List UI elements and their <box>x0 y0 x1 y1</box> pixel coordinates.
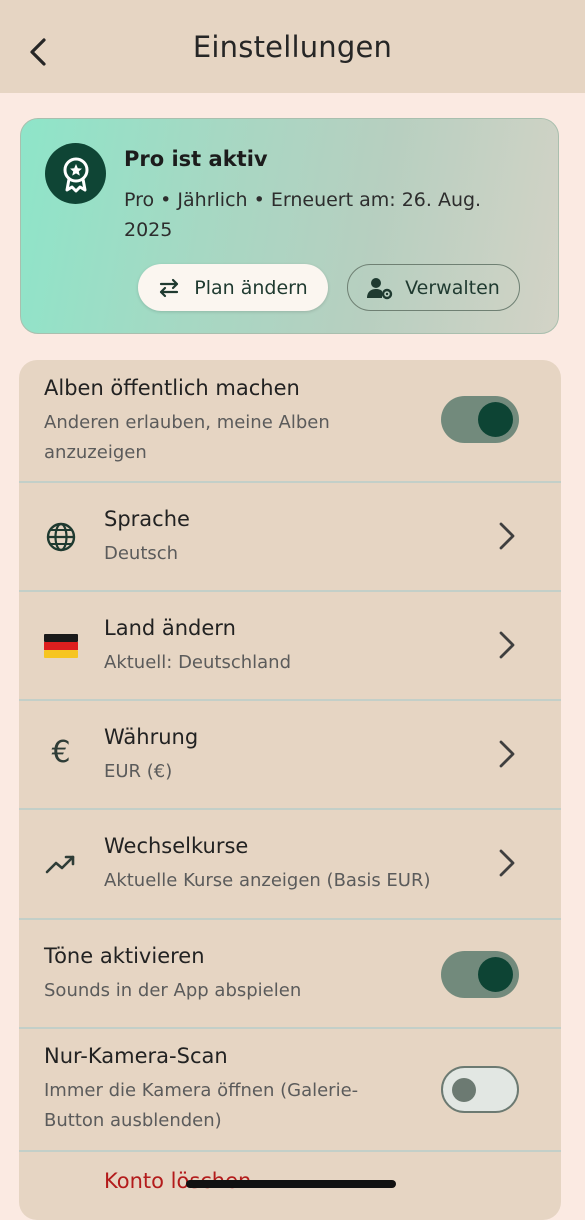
camera-scan-row[interactable]: Nur-Kamera-Scan Immer die Kamera öffnen … <box>19 1028 561 1149</box>
country-value: Aktuell: Deutschland <box>104 652 292 673</box>
chevron-right-icon <box>499 740 515 768</box>
manage-account-icon <box>367 277 393 299</box>
change-plan-label: Plan ändern <box>194 276 308 299</box>
manage-button[interactable]: Verwalten <box>347 264 520 311</box>
public-albums-subtitle: Anderen erlauben, meine Alben anzuzeigen <box>44 412 330 463</box>
exchange-rates-title: Wechselkurse <box>104 834 249 858</box>
trending-up-icon <box>43 846 79 882</box>
settings-list: Alben öffentlich machen Anderen erlauben… <box>19 360 561 1220</box>
camera-scan-title: Nur-Kamera-Scan <box>44 1044 228 1068</box>
sounds-row[interactable]: Töne aktivieren Sounds in der App abspie… <box>19 919 561 1027</box>
euro-icon: € <box>51 734 71 770</box>
germany-flag-icon <box>43 628 79 664</box>
chevron-right-icon <box>499 522 515 550</box>
public-albums-row[interactable]: Alben öffentlich machen Anderen erlauben… <box>19 360 561 481</box>
page-title: Einstellungen <box>192 30 393 64</box>
pro-plan-details: Pro • Jährlich • Erneuert am: 26. Aug. 2… <box>124 189 482 241</box>
swap-arrows-icon <box>160 278 179 297</box>
toggle-knob <box>478 402 513 437</box>
public-albums-title: Alben öffentlich machen <box>44 376 300 400</box>
home-indicator <box>186 1180 396 1188</box>
manage-label: Verwalten <box>405 276 500 299</box>
sounds-toggle[interactable] <box>441 951 519 998</box>
chevron-right-icon <box>499 631 515 659</box>
public-albums-toggle[interactable] <box>441 396 519 443</box>
country-title: Land ändern <box>104 616 236 640</box>
award-badge-icon <box>45 143 106 204</box>
sounds-subtitle: Sounds in der App abspielen <box>44 980 302 1001</box>
camera-scan-subtitle: Immer die Kamera öffnen (Galerie-Button … <box>44 1080 359 1131</box>
exchange-rates-row[interactable]: Wechselkurse Aktuelle Kurse anzeigen (Ba… <box>19 809 561 917</box>
language-title: Sprache <box>104 507 190 531</box>
language-row[interactable]: Sprache Deutsch <box>19 482 561 590</box>
currency-value: EUR (€) <box>104 761 173 782</box>
currency-title: Währung <box>104 725 199 749</box>
pro-status-title: Pro ist aktiv <box>124 147 268 171</box>
toggle-knob <box>478 957 513 992</box>
language-value: Deutsch <box>104 543 179 564</box>
globe-icon <box>43 519 79 555</box>
country-row[interactable]: Land ändern Aktuell: Deutschland <box>19 591 561 699</box>
currency-row[interactable]: € Währung EUR (€) <box>19 700 561 808</box>
sounds-title: Töne aktivieren <box>44 944 205 968</box>
change-plan-button[interactable]: Plan ändern <box>138 264 328 311</box>
toggle-knob <box>452 1078 476 1102</box>
chevron-right-icon <box>499 849 515 877</box>
pro-status-card: Pro ist aktiv Pro • Jährlich • Erneuert … <box>20 118 559 334</box>
top-app-bar: Einstellungen <box>0 0 585 93</box>
camera-scan-toggle[interactable] <box>441 1066 519 1113</box>
exchange-rates-subtitle: Aktuelle Kurse anzeigen (Basis EUR) <box>104 870 431 891</box>
